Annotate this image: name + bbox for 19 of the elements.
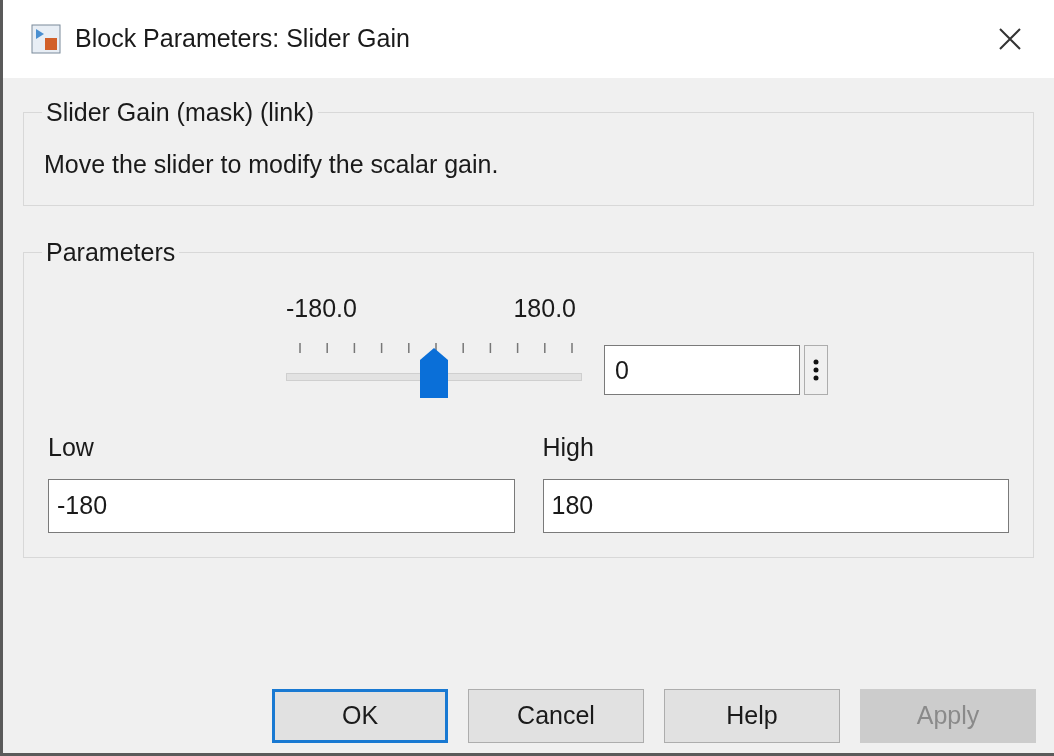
input-field[interactable]: 180 — [542, 478, 1009, 533]
field-label: High — [542, 432, 595, 463]
dialog-button[interactable]: OK — [272, 689, 448, 743]
group-legend: Parameters — [42, 234, 180, 272]
block-icon — [31, 24, 61, 54]
group-legend: Slider Gain (mask) (link) — [42, 94, 319, 132]
slider-min-label: -180.0 — [286, 292, 357, 324]
close-icon[interactable] — [998, 27, 1022, 51]
field-label: Low — [48, 432, 95, 463]
value-field[interactable]: 0 — [604, 345, 800, 395]
dialog-button[interactable]: Cancel — [468, 689, 644, 743]
more-options-button[interactable] — [804, 345, 828, 395]
vertical-dots-icon — [813, 359, 819, 381]
slider-thumb[interactable] — [420, 348, 448, 398]
input-field[interactable]: -180 — [48, 478, 515, 533]
window-title: Block Parameters: Slider Gain — [75, 23, 410, 55]
slider-max-label: 180.0 — [513, 292, 576, 324]
description-text: Move the slider to modify the scalar gain. — [44, 148, 500, 180]
dialog-button[interactable]: Help — [664, 689, 840, 743]
